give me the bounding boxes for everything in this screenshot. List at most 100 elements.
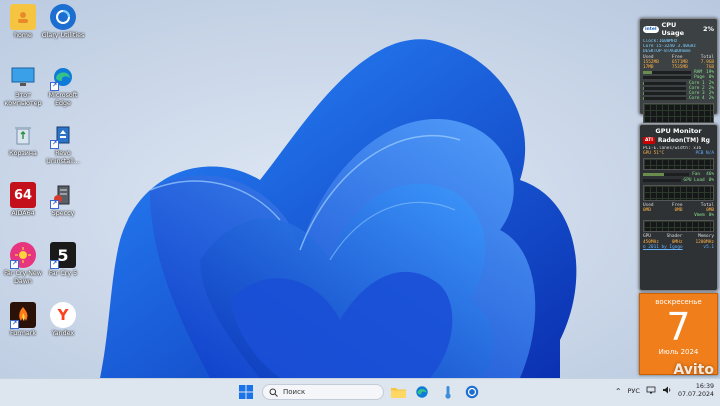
start-button[interactable] [238,384,254,400]
taskbar-search-box[interactable]: Поиск [262,384,384,400]
ram-usage-bar [643,71,692,75]
cpu-history-graph [643,103,714,124]
shortcut-arrow-icon: ↗ [50,140,59,149]
volume-icon[interactable] [662,386,672,396]
clock-time: 16:39 [695,383,714,390]
gpu-load-graph [643,184,714,201]
vram-usage-row: Vmem 0% [640,213,717,218]
far-cry-new-dawn-icon: ↗ [10,242,36,269]
gpu-load-bar [643,178,681,182]
page-used: 17MB [643,65,654,71]
cpu-core-label: Core 4 [688,96,705,102]
system-tray: ⌃ РУС 16:39 07.07.2024 [615,383,714,399]
aida64-icon: 64 [10,182,36,208]
cpu-core-bar [643,86,686,90]
cpu-core-bar-fill [643,97,644,101]
calendar-month-year: Июль 2024 [658,348,699,356]
desktop-icon-label: Revo Uninstall... [46,150,80,165]
cpu-core-bar [643,92,686,96]
desktop[interactable]: home Glary Utilities Этот компьютер ↗ Mi… [0,0,720,378]
desktop-icon-label: Glary Utilities [41,32,85,39]
network-icon[interactable] [646,386,656,396]
vram-spacer [643,213,694,218]
search-icon [269,388,278,397]
cpu-core-bar-fill [643,92,644,96]
windows-logo-icon [239,385,253,399]
desktop-icon-yandex[interactable]: Y Yandex [40,302,86,338]
gpu-model: Radeon(TM) Rg [657,137,710,144]
speccy-icon: ↗ [50,182,76,209]
recycle-bin-icon [10,122,36,148]
desktop-icon-glary-utilities[interactable]: Glary Utilities [40,4,86,40]
taskbar-edge[interactable] [414,384,430,400]
shortcut-arrow-icon: ↗ [10,320,19,329]
vram-label: Vmem [694,213,705,219]
cpu-core-bar-fill [643,81,644,85]
chevron-up-icon[interactable]: ⌃ [615,387,622,396]
gpu-temp-graph [643,158,714,171]
fan-bar [643,173,690,177]
desktop-icon-speccy[interactable]: ↗ Speccy [40,182,86,218]
taskbar-file-explorer[interactable] [390,384,406,400]
user-folder-icon [10,4,36,30]
yandex-icon: Y [50,302,76,328]
taskbar-clock[interactable]: 16:39 07.07.2024 [678,383,714,399]
edge-icon [416,386,428,398]
shortcut-arrow-icon: ↗ [50,200,59,209]
glary-utilities-icon [465,385,479,399]
clock-date: 07.07.2024 [677,391,714,398]
wallpaper-bloom [0,0,720,378]
vram-value: 0% [708,213,714,219]
gpu-load-label: GPU Load [683,177,705,183]
calendar-day: 7 [666,305,691,349]
cpu-core-bar [643,76,692,80]
vram-graph [643,220,714,233]
gpu-copyright[interactable]: © 2011 by Igogo [643,245,683,250]
gpu-temp-row: GPU 51°C PCB N/A [640,151,717,156]
ram-usage-bar-fill [643,71,653,75]
desktop-icon-revo-uninstaller[interactable]: ↗ Revo Uninstall... [40,122,86,165]
far-cry-5-icon: 5 ↗ [50,242,76,269]
taskbar-glary-utilities[interactable] [464,384,480,400]
folder-icon [390,388,406,398]
glary-utilities-icon [50,4,76,30]
gpu-monitor-gadget[interactable]: GPU Monitor ATI Radeon(TM) Rg PCI-E.lane… [639,124,718,291]
cpu-core-bar [643,97,686,101]
watermark: Avito [673,362,714,378]
gpu-temp: GPU 51°C [643,151,665,157]
desktop-icon-far-cry-5[interactable]: 5 ↗ Far Cry 5 [40,242,86,278]
edge-icon: ↗ [50,64,76,91]
taskbar: Поиск ⌃ РУС 16:39 07.07.2024 [0,378,720,406]
fan-bar-fill [643,173,665,177]
language-indicator[interactable]: РУС [628,387,640,395]
gpu-load-row: GPU Load 0% [640,178,717,183]
gpu-load-value: 0% [708,177,714,183]
pcb-temp: PCB N/A [695,151,714,157]
desktop-icon-microsoft-edge[interactable]: ↗ Microsoft Edge [40,64,86,107]
desktop-icon-label: Microsoft Edge [48,92,78,107]
gpu-footer-row: © 2011 by Igogo v5.1 [640,245,717,250]
this-pc-icon [10,64,36,90]
cpu-usage-gadget[interactable]: intel CPU Usage 2% Clock:1600MHz Core i5… [639,18,718,124]
desktop-icon-label: Yandex [51,330,75,337]
thermometer-icon [445,386,451,399]
shortcut-arrow-icon: ↗ [10,260,19,269]
ati-logo-icon: ATI [643,137,655,144]
cpu-core-bar-fill [643,86,644,90]
cpu-total-usage: 2% [702,25,714,33]
page-free: 7535MB [671,65,688,71]
cpu-core-row: Core 4 2% [640,96,717,101]
furmark-icon: ↗ [10,302,36,329]
revo-uninstaller-icon: ↗ [50,122,76,149]
cpu-core-bar [643,81,686,85]
shortcut-arrow-icon: ↗ [50,82,59,91]
search-placeholder: Поиск [283,388,306,396]
gpu-gadget-title: GPU Monitor [655,127,702,135]
desktop-icon-label: Speccy [51,210,75,217]
shortcut-arrow-icon: ↗ [50,260,59,269]
taskbar-gpu-tool[interactable] [440,384,456,400]
gpu-version: v5.1 [703,244,714,250]
cpu-gadget-title: CPU Usage [661,21,685,37]
desktop-icon-label: Far Cry 5 [48,270,78,277]
cpu-core-value: 2% [708,96,714,102]
